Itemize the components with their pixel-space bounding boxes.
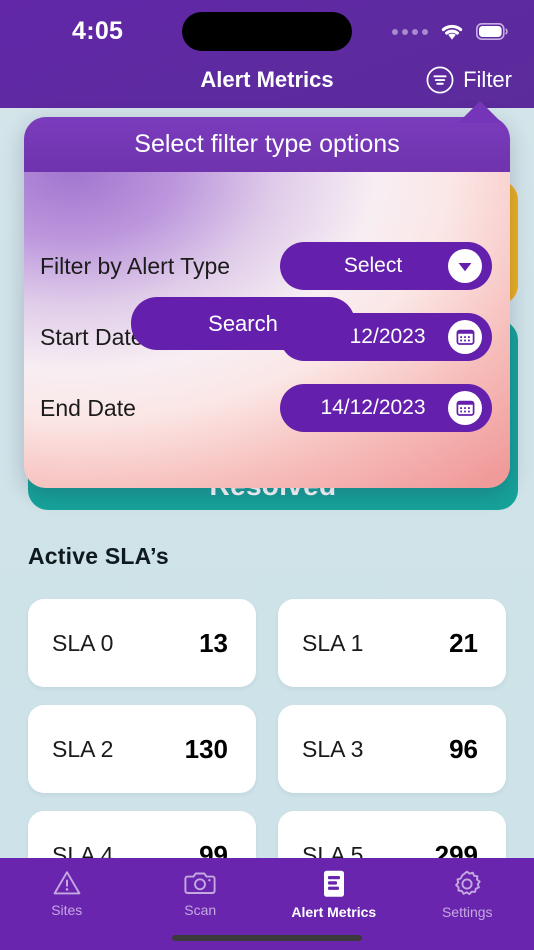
field-label-end-date: End Date — [40, 394, 136, 421]
sla-card-count: 21 — [449, 627, 478, 658]
alert-type-select[interactable]: Select — [280, 242, 492, 290]
field-row-end-date: End Date 14/12/2023 — [24, 384, 510, 432]
tab-settings[interactable]: Settings — [401, 858, 534, 950]
app-header: 4:05 Alert Metrics Filter — [0, 0, 534, 108]
sla-card[interactable]: SLA 0 13 — [28, 599, 256, 687]
chevron-down-circle-icon — [448, 249, 482, 283]
field-row-alert-type: Filter by Alert Type Select — [24, 242, 510, 290]
navigation-bar: Alert Metrics Filter — [0, 58, 534, 108]
tab-sites[interactable]: Sites — [0, 858, 134, 950]
sla-card-label: SLA 3 — [302, 735, 364, 762]
filter-button[interactable]: Filter — [426, 66, 512, 94]
tab-label-alert-metrics: Alert Metrics — [291, 904, 377, 920]
filter-button-label: Filter — [463, 67, 512, 92]
tab-label-scan: Scan — [184, 902, 217, 918]
search-button[interactable]: Search — [131, 297, 355, 350]
dialog-title: Select filter type options — [134, 130, 400, 158]
sla-card-label: SLA 0 — [52, 629, 114, 656]
dialog-header: Select filter type options — [24, 117, 510, 172]
battery-full-icon — [476, 23, 508, 40]
warning-triangle-icon — [53, 871, 81, 895]
sla-card-count: 13 — [199, 627, 228, 658]
sla-card[interactable]: SLA 1 21 — [278, 599, 506, 687]
gear-icon — [455, 870, 481, 896]
wifi-icon — [441, 24, 463, 40]
sla-card-count: 96 — [449, 733, 478, 764]
sla-card-label: SLA 1 — [302, 629, 364, 656]
status-bar: 4:05 — [0, 0, 534, 58]
alert-type-value: Select — [343, 254, 403, 277]
sla-card-label: SLA 2 — [52, 735, 114, 762]
tab-label-sites: Sites — [51, 902, 83, 918]
sla-card-grid: SLA 0 13 SLA 1 21 SLA 2 130 SLA 3 96 SLA… — [28, 599, 506, 899]
sla-card[interactable]: SLA 2 130 — [28, 705, 256, 793]
home-indicator[interactable] — [172, 935, 362, 941]
field-label-start-date: Start Date — [40, 323, 144, 350]
end-date-value: 14/12/2023 — [320, 396, 426, 419]
filter-list-circle-icon — [426, 66, 454, 94]
dynamic-island — [182, 12, 352, 51]
status-bar-time: 4:05 — [72, 17, 124, 45]
tab-label-settings: Settings — [441, 904, 493, 920]
calendar-circle-icon — [448, 320, 482, 354]
sla-card-count: 130 — [184, 733, 228, 764]
cellular-dots-icon — [392, 28, 428, 35]
dialog-pointer-notch — [458, 101, 502, 123]
status-bar-icons — [392, 22, 508, 41]
end-date-field[interactable]: 14/12/2023 — [280, 384, 492, 432]
calendar-circle-icon — [448, 391, 482, 425]
page-title-active-slas: Active SLA’s — [28, 543, 169, 569]
document-lines-icon — [323, 870, 344, 897]
field-label-alert-type: Filter by Alert Type — [40, 252, 231, 279]
app-screen: Resolved Active SLA’s SLA 0 13 SLA 1 21 … — [0, 0, 534, 950]
sla-card[interactable]: SLA 3 96 — [278, 705, 506, 793]
camera-icon — [184, 872, 216, 894]
